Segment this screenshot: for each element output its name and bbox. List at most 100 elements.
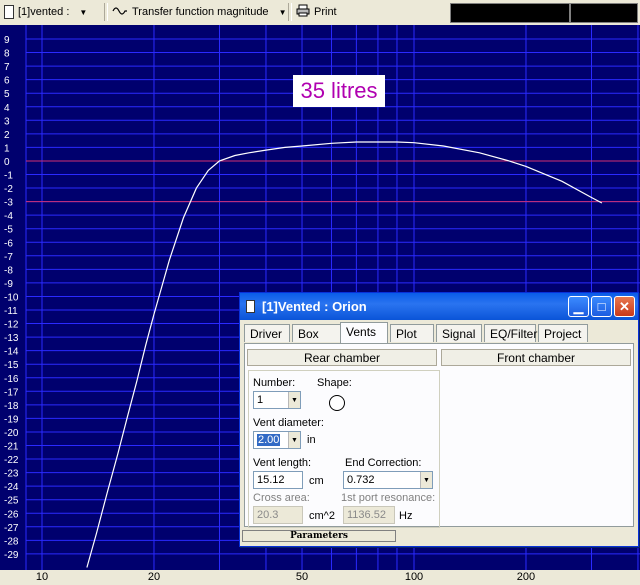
chevron-down-icon: ▼ [79, 7, 88, 17]
tab-eq-filter[interactable]: EQ/Filter [484, 324, 537, 342]
dialog-titlebar[interactable]: [1]Vented : Orion ▁ □ ✕ [240, 293, 638, 320]
y-tick-label: -5 [4, 225, 13, 236]
y-tick-label: 6 [4, 76, 10, 87]
vents-dialog: [1]Vented : Orion ▁ □ ✕ Driver Box Vents… [239, 292, 639, 547]
chevron-down-icon[interactable]: ▼ [288, 392, 300, 408]
rear-chamber-button[interactable]: Rear chamber [247, 349, 437, 366]
tab-box[interactable]: Box [292, 324, 342, 342]
y-tick-label: 8 [4, 49, 10, 60]
end-correction-label: End Correction: [345, 457, 422, 469]
plot-type-dropdown[interactable]: Transfer function magnitude ▼ [112, 2, 286, 22]
y-tick-label: -4 [4, 211, 13, 222]
x-tick-label: 50 [295, 571, 309, 583]
y-tick-label: -19 [4, 414, 19, 425]
minimize-icon: ▁ [573, 298, 584, 314]
project-dropdown-label: [1]vented : [18, 6, 70, 18]
y-tick-label: -7 [4, 252, 13, 263]
cross-area-unit: cm^2 [309, 510, 335, 522]
document-icon [4, 5, 14, 19]
tab-plot[interactable]: Plot [390, 324, 434, 342]
y-tick-label: -13 [4, 333, 19, 344]
y-tick-label: -24 [4, 482, 19, 493]
y-tick-label: -23 [4, 469, 19, 480]
vent-diameter-input[interactable]: 2.00 ▼ [253, 431, 301, 449]
dialog-title: [1]Vented : Orion [262, 299, 367, 314]
close-button[interactable]: ✕ [614, 296, 635, 317]
close-icon: ✕ [619, 298, 630, 314]
readout-box [450, 3, 570, 23]
waveform-icon [112, 6, 128, 19]
y-tick-label: -17 [4, 387, 19, 398]
print-label: Print [314, 6, 337, 18]
toolbar: [1]vented : ▼ Transfer function magnitud… [0, 0, 640, 26]
tab-project[interactable]: Project [538, 324, 588, 342]
x-tick-label: 100 [404, 571, 424, 583]
cross-area-field: 20.3 [253, 506, 303, 524]
minimize-button[interactable]: ▁ [568, 296, 589, 317]
y-tick-label: -15 [4, 360, 19, 371]
tab-driver[interactable]: Driver [244, 324, 290, 342]
toolbar-separator [104, 3, 108, 21]
vent-diameter-unit: in [307, 434, 316, 446]
vent-diameter-value: 2.00 [257, 434, 281, 446]
y-tick-label: -16 [4, 374, 19, 385]
port-resonance-field: 1136.52 [343, 506, 395, 524]
status-bar: Parameters [242, 530, 636, 543]
rear-chamber-group: Number: Shape: 1 ▼ Vent diameter: 2.00 ▼… [248, 370, 440, 528]
tab-signal[interactable]: Signal [436, 324, 482, 342]
y-tick-label: -8 [4, 265, 13, 276]
y-tick-label: -26 [4, 509, 19, 520]
x-axis: 10 20 50 100 200 [0, 570, 640, 585]
project-dropdown[interactable]: [1]vented : ▼ [4, 2, 87, 22]
y-tick-label: -20 [4, 428, 19, 439]
x-tick-label: 20 [147, 571, 161, 583]
number-value: 1 [257, 394, 264, 406]
y-tick-label: 1 [4, 143, 10, 154]
plot-type-label: Transfer function magnitude [132, 6, 269, 18]
y-tick-label: 2 [4, 130, 10, 141]
y-tick-label: -21 [4, 442, 19, 453]
y-tick-label: 4 [4, 103, 10, 114]
number-label: Number: [253, 377, 296, 389]
y-tick-label: 0 [4, 157, 10, 168]
y-tick-label: 7 [4, 62, 10, 73]
y-tick-label: -28 [4, 536, 19, 547]
chart-annotation: 35 litres [293, 75, 385, 107]
maximize-button[interactable]: □ [591, 296, 612, 317]
tab-vents[interactable]: Vents [340, 322, 388, 343]
print-button[interactable]: Print [296, 2, 337, 22]
y-tick-label: -29 [4, 550, 19, 561]
x-tick-label: 200 [516, 571, 536, 583]
y-tick-label: -2 [4, 184, 13, 195]
y-tick-label: -22 [4, 455, 19, 466]
chevron-down-icon[interactable]: ▼ [288, 432, 300, 448]
y-tick-label: -6 [4, 238, 13, 249]
vent-diameter-label: Vent diameter: [253, 417, 324, 429]
y-tick-label: -12 [4, 320, 19, 331]
y-tick-label: -1 [4, 171, 13, 182]
y-tick-label: 5 [4, 89, 10, 100]
end-correction-value: 0.732 [347, 474, 375, 486]
number-select[interactable]: 1 ▼ [253, 391, 301, 409]
y-tick-label: -10 [4, 292, 19, 303]
chevron-down-icon: ▼ [278, 7, 287, 17]
vent-length-input[interactable]: 15.12 [253, 471, 303, 489]
end-correction-select[interactable]: 0.732 ▼ [343, 471, 433, 489]
y-tick-label: -9 [4, 279, 13, 290]
y-tick-label: -14 [4, 347, 19, 358]
round-vent-shape-icon[interactable] [329, 395, 345, 411]
y-tick-label: -25 [4, 496, 19, 507]
y-tick-label: -3 [4, 198, 13, 209]
chevron-down-icon[interactable]: ▼ [420, 472, 432, 488]
printer-icon [296, 4, 310, 20]
port-resonance-unit: Hz [399, 510, 413, 522]
vents-panel: Rear chamber Front chamber Number: Shape… [244, 343, 634, 528]
vent-length-unit: cm [309, 475, 324, 487]
toolbar-separator [288, 3, 292, 21]
document-icon [246, 300, 255, 313]
vent-length-label: Vent length: [253, 457, 312, 469]
status-cell: Parameters [242, 530, 396, 542]
front-chamber-button[interactable]: Front chamber [441, 349, 631, 366]
y-tick-label: 3 [4, 116, 10, 127]
x-tick-label: 10 [35, 571, 49, 583]
